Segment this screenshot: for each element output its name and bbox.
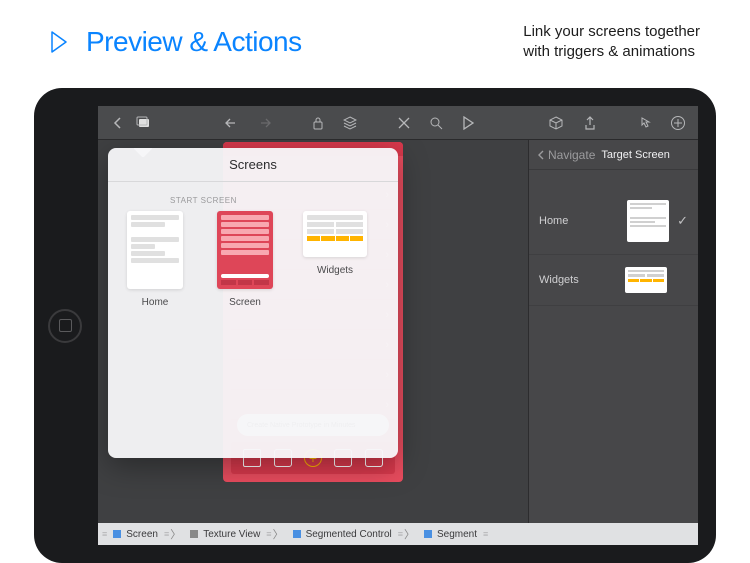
screen-label: Home xyxy=(142,297,169,308)
pointer-icon[interactable] xyxy=(632,111,656,135)
search-icon[interactable] xyxy=(424,111,448,135)
ipad-frame: › › › › › › › › Create Native Prototype … xyxy=(34,88,716,563)
breadcrumb-item[interactable]: Texture View xyxy=(183,523,266,545)
promo-header: Preview & Actions Link your screens toge… xyxy=(0,0,750,81)
promo-left: Preview & Actions xyxy=(50,26,523,58)
target-thumb xyxy=(627,200,669,242)
preview-icon[interactable] xyxy=(456,111,480,135)
workspace: › › › › › › › › Create Native Prototype … xyxy=(98,140,698,523)
screen-label: Screen xyxy=(229,297,261,308)
play-icon xyxy=(50,31,68,53)
popover-title: Screens xyxy=(108,148,398,182)
crop-icon[interactable] xyxy=(392,111,416,135)
screen-label: Widgets xyxy=(317,265,353,276)
screen-item-screen[interactable]: Screen xyxy=(212,211,278,308)
panel-back-button[interactable]: Navigate xyxy=(537,148,595,162)
panel-title: Target Screen xyxy=(601,149,669,161)
checkmark-icon: ✓ xyxy=(677,213,688,229)
panel-back-label: Navigate xyxy=(548,148,595,162)
target-label: Home xyxy=(539,215,568,227)
target-label: Widgets xyxy=(539,274,579,286)
breadcrumb-bar: ≡ Screen ≡〉 Texture View ≡〉 Segmented Co… xyxy=(98,523,698,545)
target-row-home[interactable]: Home ✓ xyxy=(529,188,698,255)
screens-popover: Screens START SCREEN Ho xyxy=(108,148,398,458)
screen-thumb xyxy=(127,211,183,289)
back-icon[interactable] xyxy=(106,111,130,135)
target-thumb xyxy=(625,267,667,293)
export-icon[interactable] xyxy=(578,111,602,135)
breadcrumb-item[interactable]: Segment xyxy=(417,523,483,545)
layers-icon[interactable] xyxy=(338,111,362,135)
canvas-area[interactable]: › › › › › › › › Create Native Prototype … xyxy=(98,140,528,523)
breadcrumb-item[interactable]: Segmented Control xyxy=(286,523,398,545)
popover-section-label: START SCREEN xyxy=(170,196,384,205)
screen-item-home[interactable]: Home xyxy=(122,211,188,308)
cube-icon[interactable] xyxy=(544,111,568,135)
promo-subtitle-line2: with triggers & animations xyxy=(523,42,700,62)
promo-subtitle-line1: Link your screens together xyxy=(523,22,700,42)
screens-icon[interactable] xyxy=(132,111,156,135)
target-row-widgets[interactable]: Widgets xyxy=(529,255,698,306)
panel-header: Navigate Target Screen xyxy=(529,140,698,170)
redo-icon[interactable] xyxy=(252,111,276,135)
add-icon[interactable] xyxy=(666,111,690,135)
promo-title: Preview & Actions xyxy=(86,26,302,58)
screen-item-widgets[interactable]: Widgets xyxy=(302,211,368,308)
lock-icon[interactable] xyxy=(306,111,330,135)
undo-icon[interactable] xyxy=(220,111,244,135)
screen-thumb xyxy=(303,211,367,257)
breadcrumb-item[interactable]: Screen xyxy=(106,523,164,545)
ipad-home-button[interactable] xyxy=(48,309,82,343)
inspector-panel: Navigate Target Screen Home ✓ xyxy=(528,140,698,523)
app-toolbar xyxy=(98,106,698,140)
screen-thumb xyxy=(217,211,273,289)
promo-subtitle: Link your screens together with triggers… xyxy=(523,22,700,63)
ipad-screen: › › › › › › › › Create Native Prototype … xyxy=(98,106,698,545)
